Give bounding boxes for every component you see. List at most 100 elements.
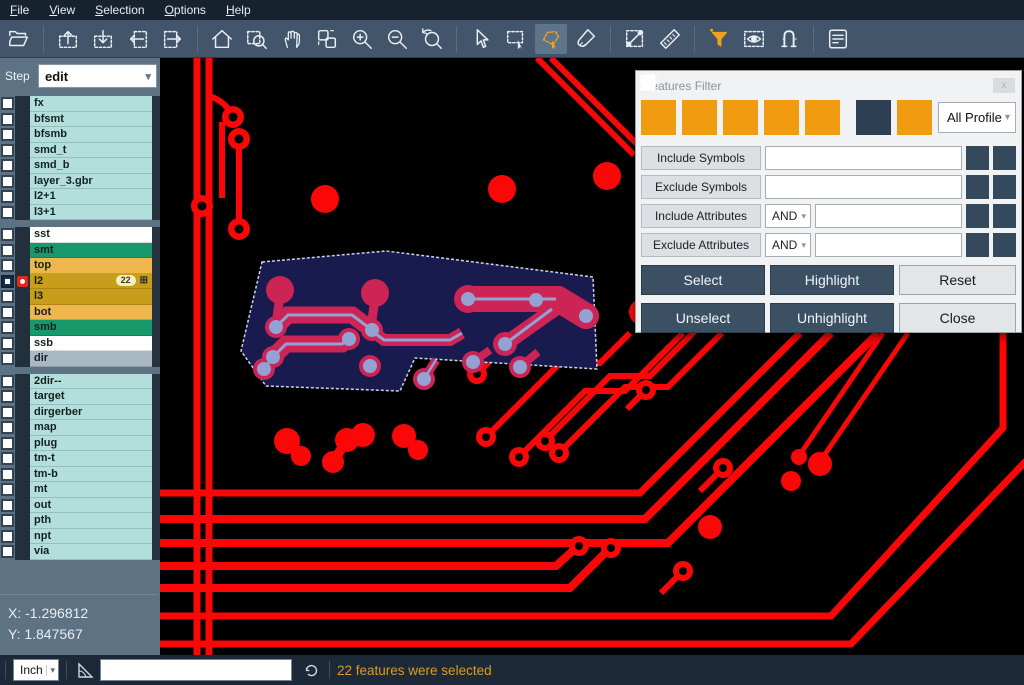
scroll-strip[interactable] [152,127,160,143]
layer-visibility-checkbox[interactable] [0,127,15,143]
pick-from-screen-button[interactable] [966,233,989,257]
layer-row-bot[interactable]: bot [0,305,160,321]
menu-item-selection[interactable]: Selection [85,1,154,19]
layer-name[interactable]: out [30,498,152,514]
pcb-canvas[interactable]: Features Filter x All Profile▾ Include S… [160,58,1024,655]
layer-visibility-checkbox[interactable] [0,467,15,483]
layer-row-l2+1[interactable]: l2+1 [0,189,160,205]
scroll-strip[interactable] [152,243,160,259]
move-left-button[interactable] [122,24,154,54]
active-layer-indicator[interactable] [15,451,30,467]
layer-row-tm-b[interactable]: tm-b [0,467,160,483]
active-layer-indicator[interactable] [15,305,30,321]
layer-row-layer_3.gbr[interactable]: layer_3.gbr [0,174,160,190]
active-layer-indicator[interactable] [15,258,30,274]
pick-add-from-screen-button[interactable] [993,204,1016,228]
layer-row-top[interactable]: top [0,258,160,274]
step-dropdown[interactable]: edit ▾ [38,64,157,88]
scroll-strip[interactable] [152,205,160,221]
view-area-button[interactable] [738,24,770,54]
scroll-strip[interactable] [152,258,160,274]
filter-text-button[interactable] [805,100,840,135]
layer-name[interactable]: 2dir-- [30,374,152,390]
layer-visibility-checkbox[interactable] [0,305,15,321]
layer-row-ssb[interactable]: ssb [0,336,160,352]
unselect-button[interactable]: Unselect [641,303,765,333]
layer-visibility-checkbox[interactable] [0,320,15,336]
layer-row-bfsmb[interactable]: bfsmb [0,127,160,143]
layer-name[interactable]: tm-t [30,451,152,467]
layer-row-tm-t[interactable]: tm-t [0,451,160,467]
layer-name[interactable]: via [30,544,152,560]
scroll-strip[interactable] [152,227,160,243]
exclude-symbols-input[interactable] [765,175,962,199]
layer-visibility-checkbox[interactable] [0,351,15,367]
units-dropdown[interactable]: Inch ▾ [13,659,59,681]
active-layer-indicator[interactable] [15,189,30,205]
active-layer-indicator[interactable] [15,467,30,483]
active-layer-indicator[interactable] [15,374,30,390]
menu-item-file[interactable]: File [0,1,39,19]
layer-visibility-checkbox[interactable] [0,482,15,498]
scroll-strip[interactable] [152,336,160,352]
scroll-strip[interactable] [152,351,160,367]
exclude-attributes-input[interactable] [815,233,962,257]
grid-icon[interactable]: ⊞ [140,276,148,286]
layer-row-via[interactable]: via [0,544,160,560]
scroll-strip[interactable] [152,389,160,405]
exclude-attributes-logic-dropdown[interactable]: AND▾ [765,233,811,257]
clear-brush-button[interactable] [570,24,602,54]
layer-name[interactable]: layer_3.gbr [30,174,152,190]
include-symbols-button[interactable]: Include Symbols [641,146,761,170]
layer-visibility-checkbox[interactable] [0,227,15,243]
layer-visibility-checkbox[interactable] [0,158,15,174]
layer-name[interactable]: smt [30,243,152,259]
reset-button[interactable]: Reset [899,265,1016,295]
select-rectangle-button[interactable] [500,24,532,54]
layer-visibility-checkbox[interactable] [0,420,15,436]
scroll-strip[interactable] [152,320,160,336]
scroll-strip[interactable] [152,289,160,305]
layer-row-bfsmt[interactable]: bfsmt [0,112,160,128]
layer-row-target[interactable]: target [0,389,160,405]
scroll-strip[interactable] [152,189,160,205]
snap-button[interactable] [773,24,805,54]
swap-view-button[interactable] [311,24,343,54]
active-layer-indicator[interactable] [15,498,30,514]
scroll-strip[interactable] [152,174,160,190]
include-attributes-button[interactable]: Include Attributes [641,204,761,228]
layer-visibility-checkbox[interactable] [0,436,15,452]
select-pointer-button[interactable] [465,24,497,54]
active-layer-indicator[interactable] [15,112,30,128]
active-layer-indicator[interactable] [15,320,30,336]
filter-line-button[interactable] [641,100,676,135]
layer-name[interactable]: fx [30,96,152,112]
active-layer-indicator[interactable] [15,336,30,352]
layer-row-smb[interactable]: smb [0,320,160,336]
active-layer-indicator[interactable] [15,420,30,436]
layer-name[interactable]: ssb [30,336,152,352]
active-layer-indicator[interactable] [15,205,30,221]
layer-row-l3+1[interactable]: l3+1 [0,205,160,221]
layer-visibility-checkbox[interactable] [0,289,15,305]
profile-dropdown[interactable]: All Profile▾ [938,102,1016,133]
include-symbols-input[interactable] [765,146,962,170]
layer-row-plug[interactable]: plug [0,436,160,452]
zoom-previous-button[interactable] [416,24,448,54]
layer-name[interactable]: map [30,420,152,436]
move-up-button[interactable] [52,24,84,54]
filter-arc-button[interactable] [764,100,799,135]
layer-name[interactable]: tm-b [30,467,152,483]
unhighlight-button[interactable]: Unhighlight [770,303,894,333]
layer-row-smd_t[interactable]: smd_t [0,143,160,159]
scroll-strip[interactable] [152,482,160,498]
close-button[interactable]: Close [899,303,1016,333]
layer-visibility-checkbox[interactable] [0,258,15,274]
layer-name[interactable]: l2+1 [30,189,152,205]
include-attributes-logic-dropdown[interactable]: AND▾ [765,204,811,228]
active-layer-indicator[interactable] [15,513,30,529]
close-icon[interactable]: x [993,78,1015,93]
scroll-strip[interactable] [152,513,160,529]
layer-row-dirgerber[interactable]: dirgerber [0,405,160,421]
layer-visibility-checkbox[interactable] [0,205,15,221]
